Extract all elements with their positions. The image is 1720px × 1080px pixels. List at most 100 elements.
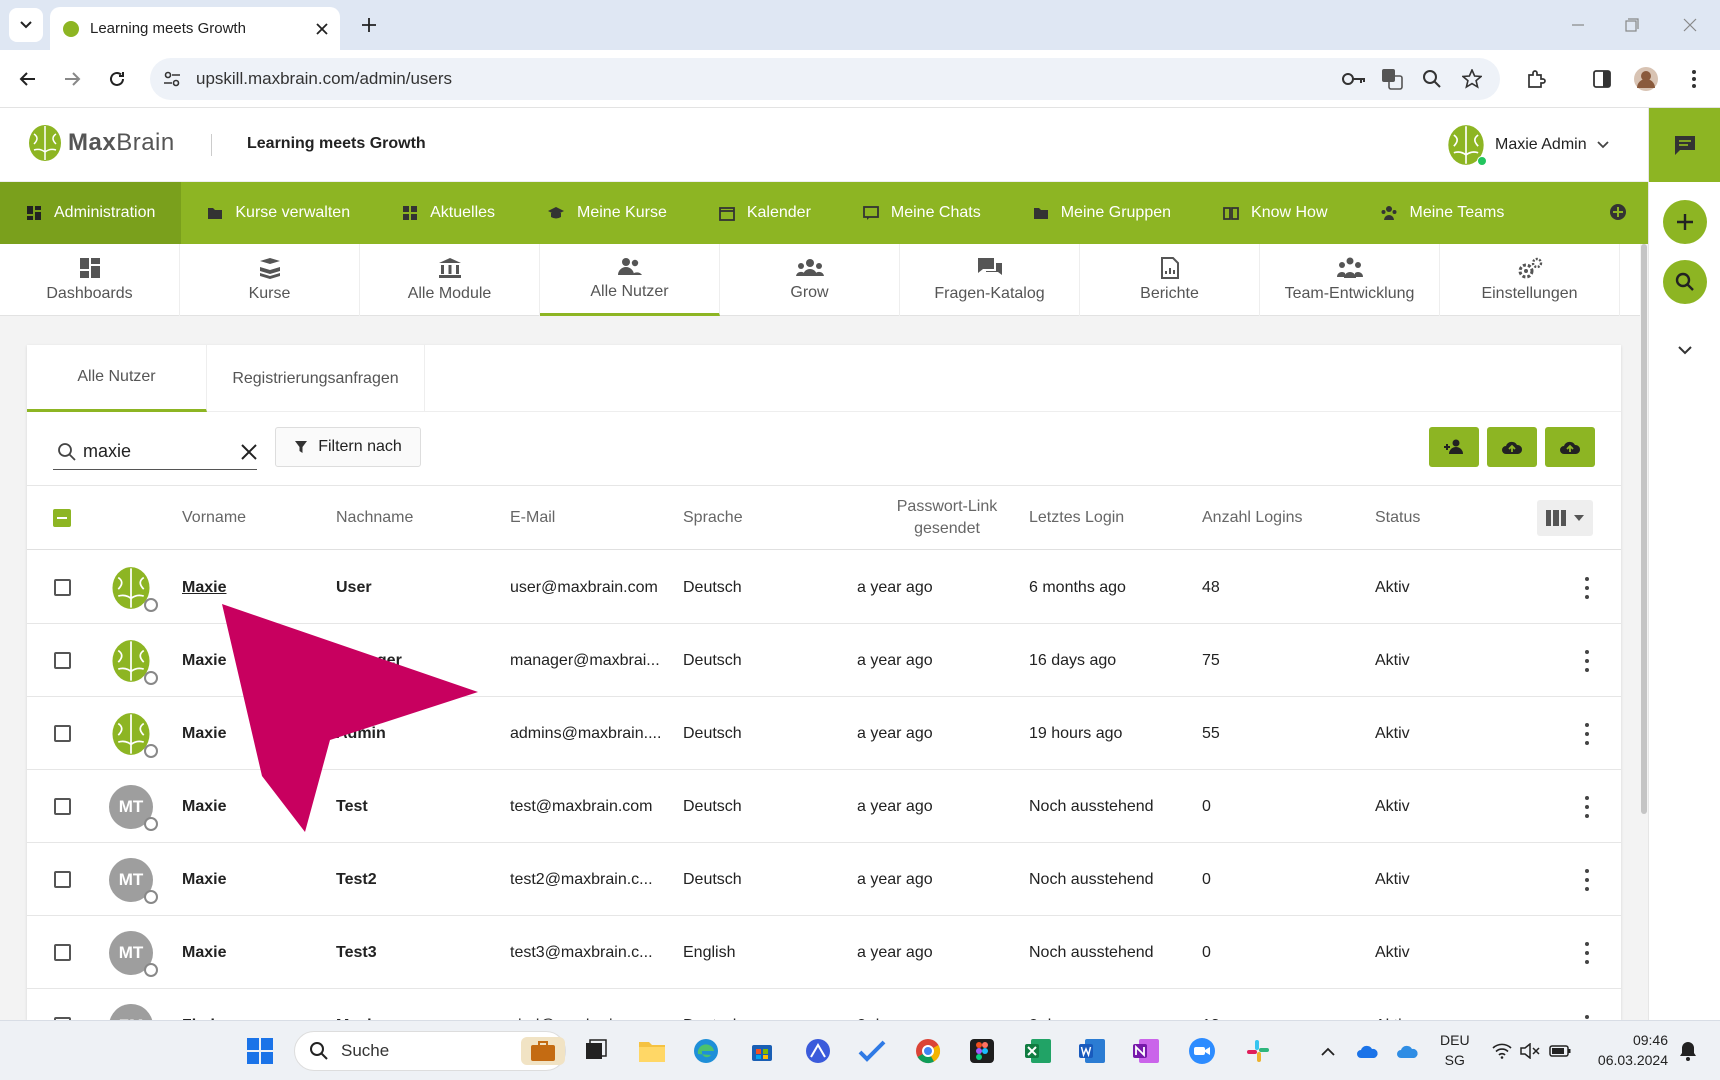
close-tab-icon[interactable] xyxy=(316,22,328,35)
slack-icon[interactable] xyxy=(1240,1033,1276,1069)
col-letztes-login[interactable]: Letztes Login xyxy=(1029,486,1124,550)
upload-button[interactable] xyxy=(1487,427,1537,467)
row-actions-kebab-icon[interactable] xyxy=(1584,650,1590,672)
col-passwort-link[interactable]: Passwort-Link gesendet xyxy=(847,486,1047,550)
cell-vorname-link[interactable]: Zied xyxy=(182,989,215,1021)
tab-alle-module[interactable]: Alle Module xyxy=(360,244,540,316)
row-checkbox[interactable] xyxy=(54,725,71,742)
column-chooser-button[interactable] xyxy=(1537,500,1593,536)
restore-button[interactable] xyxy=(1612,8,1652,42)
row-actions-kebab-icon[interactable] xyxy=(1584,796,1590,818)
table-row[interactable]: Maxie Manager manager@maxbrai... Deutsch a y… xyxy=(27,624,1621,697)
browser-tab[interactable]: Learning meets Growth xyxy=(50,7,340,50)
tray-chevron-up-icon[interactable] xyxy=(1310,1033,1346,1069)
cell-vorname-link[interactable]: Maxie xyxy=(182,551,226,624)
taskbar-search[interactable]: Suche xyxy=(294,1031,566,1071)
select-all-checkbox[interactable] xyxy=(53,509,71,527)
nav-kalender[interactable]: Kalender xyxy=(693,182,837,244)
tab-team-entwicklung[interactable]: Team-Entwicklung xyxy=(1260,244,1440,316)
nav-meine-teams[interactable]: Meine Teams xyxy=(1354,182,1531,244)
row-actions-kebab-icon[interactable] xyxy=(1584,577,1590,599)
profile-button[interactable] xyxy=(1628,61,1664,97)
row-checkbox[interactable] xyxy=(54,798,71,815)
word-icon[interactable] xyxy=(1074,1033,1110,1069)
tab-alle-nutzer-list[interactable]: Alle Nutzer xyxy=(27,345,207,412)
table-row[interactable]: MT Maxie Test3 test3@maxbrain.c... English a … xyxy=(27,916,1621,989)
row-actions-kebab-icon[interactable] xyxy=(1584,869,1590,891)
site-info-icon[interactable] xyxy=(162,69,182,89)
back-button[interactable] xyxy=(10,61,46,97)
col-nachname[interactable]: Nachname xyxy=(336,486,413,550)
rail-expand-button[interactable] xyxy=(1673,338,1697,362)
table-row[interactable]: Maxie Admin admins@maxbrain.... Deutsch a ye… xyxy=(27,697,1621,770)
col-email[interactable]: E-Mail xyxy=(510,486,555,550)
task-view-icon[interactable] xyxy=(578,1033,614,1069)
tab-einstellungen[interactable]: Einstellungen xyxy=(1440,244,1620,316)
onedrive-personal-icon[interactable] xyxy=(1390,1033,1426,1069)
scrollbar-thumb[interactable] xyxy=(1641,244,1647,814)
search-field[interactable]: maxie xyxy=(53,434,257,470)
address-bar[interactable]: upskill.maxbrain.com/admin/users xyxy=(150,58,1500,100)
table-row[interactable]: Maxie User user@maxbrain.com Deutsch a year … xyxy=(27,551,1621,624)
cell-vorname-link[interactable]: Maxie xyxy=(182,624,226,697)
todo-app-icon[interactable] xyxy=(854,1033,890,1069)
nav-administration[interactable]: Administration xyxy=(0,182,182,244)
cell-vorname-link[interactable]: Maxie xyxy=(182,770,226,843)
col-status[interactable]: Status xyxy=(1375,486,1420,550)
col-anzahl-logins[interactable]: Anzahl Logins xyxy=(1202,486,1303,550)
tab-grow[interactable]: Grow xyxy=(720,244,900,316)
row-checkbox[interactable] xyxy=(54,579,71,596)
nav-know-how[interactable]: Know How xyxy=(1197,182,1353,244)
close-window-button[interactable] xyxy=(1670,8,1710,42)
nav-kurse-verwalten[interactable]: Kurse verwalten xyxy=(181,182,376,244)
add-button[interactable] xyxy=(1663,200,1707,244)
tab-berichte[interactable]: Berichte xyxy=(1080,244,1260,316)
nav-meine-chats[interactable]: Meine Chats xyxy=(837,182,1007,244)
table-row[interactable]: ZM Zied Maxie zied@maxbrain.com Deutsch 2 day… xyxy=(27,989,1621,1020)
side-panel-button[interactable] xyxy=(1584,61,1620,97)
browser-menu-button[interactable] xyxy=(1676,61,1712,97)
onenote-icon[interactable] xyxy=(1128,1033,1164,1069)
excel-icon[interactable] xyxy=(1020,1033,1056,1069)
chat-panel-button[interactable] xyxy=(1649,108,1720,182)
tab-dashboards[interactable]: Dashboards xyxy=(0,244,180,316)
ms-store-icon[interactable] xyxy=(744,1033,780,1069)
search-input[interactable]: maxie xyxy=(83,441,235,462)
tab-registrierungsanfragen[interactable]: Registrierungsanfragen xyxy=(207,345,425,412)
zoom-app-icon[interactable] xyxy=(1184,1033,1220,1069)
tab-kurse[interactable]: Kurse xyxy=(180,244,360,316)
cell-vorname-link[interactable]: Maxie xyxy=(182,916,226,989)
edge-browser-icon[interactable] xyxy=(688,1033,724,1069)
row-actions-kebab-icon[interactable] xyxy=(1584,723,1590,745)
col-vorname[interactable]: Vorname xyxy=(182,486,246,550)
battery-icon[interactable] xyxy=(1542,1033,1578,1069)
table-row[interactable]: MT Maxie Test test@maxbrain.com Deutsch a yea… xyxy=(27,770,1621,843)
reload-button[interactable] xyxy=(99,61,135,97)
add-user-button[interactable] xyxy=(1429,427,1479,467)
tab-fragen-katalog[interactable]: Fragen-Katalog xyxy=(900,244,1080,316)
nav-meine-gruppen[interactable]: Meine Gruppen xyxy=(1007,182,1197,244)
nav-aktuelles[interactable]: Aktuelles xyxy=(376,182,521,244)
file-explorer-icon[interactable] xyxy=(634,1033,670,1069)
tab-alle-nutzer[interactable]: Alle Nutzer xyxy=(540,244,720,316)
zoom-icon[interactable] xyxy=(1414,58,1450,100)
nav-meine-kurse[interactable]: Meine Kurse xyxy=(521,182,693,244)
row-checkbox[interactable] xyxy=(54,871,71,888)
affinity-app-icon[interactable] xyxy=(800,1033,836,1069)
export-button[interactable] xyxy=(1545,427,1595,467)
row-checkbox[interactable] xyxy=(54,652,71,669)
col-sprache[interactable]: Sprache xyxy=(683,486,743,550)
nav-more-button[interactable] xyxy=(1608,202,1628,222)
onedrive-icon[interactable] xyxy=(1350,1033,1386,1069)
minimize-button[interactable] xyxy=(1558,8,1598,42)
user-menu[interactable]: Maxie Admin xyxy=(1447,124,1609,166)
cell-vorname-link[interactable]: Maxie xyxy=(182,697,226,770)
filter-button[interactable]: Filtern nach xyxy=(275,427,421,467)
extensions-button[interactable] xyxy=(1518,61,1554,97)
start-button[interactable] xyxy=(242,1033,278,1069)
figma-icon[interactable] xyxy=(964,1033,1000,1069)
bookmark-star-icon[interactable] xyxy=(1454,58,1490,100)
row-actions-kebab-icon[interactable] xyxy=(1584,942,1590,964)
forward-button[interactable] xyxy=(54,61,90,97)
maxbrain-logo[interactable]: MaxBrain xyxy=(28,124,175,162)
